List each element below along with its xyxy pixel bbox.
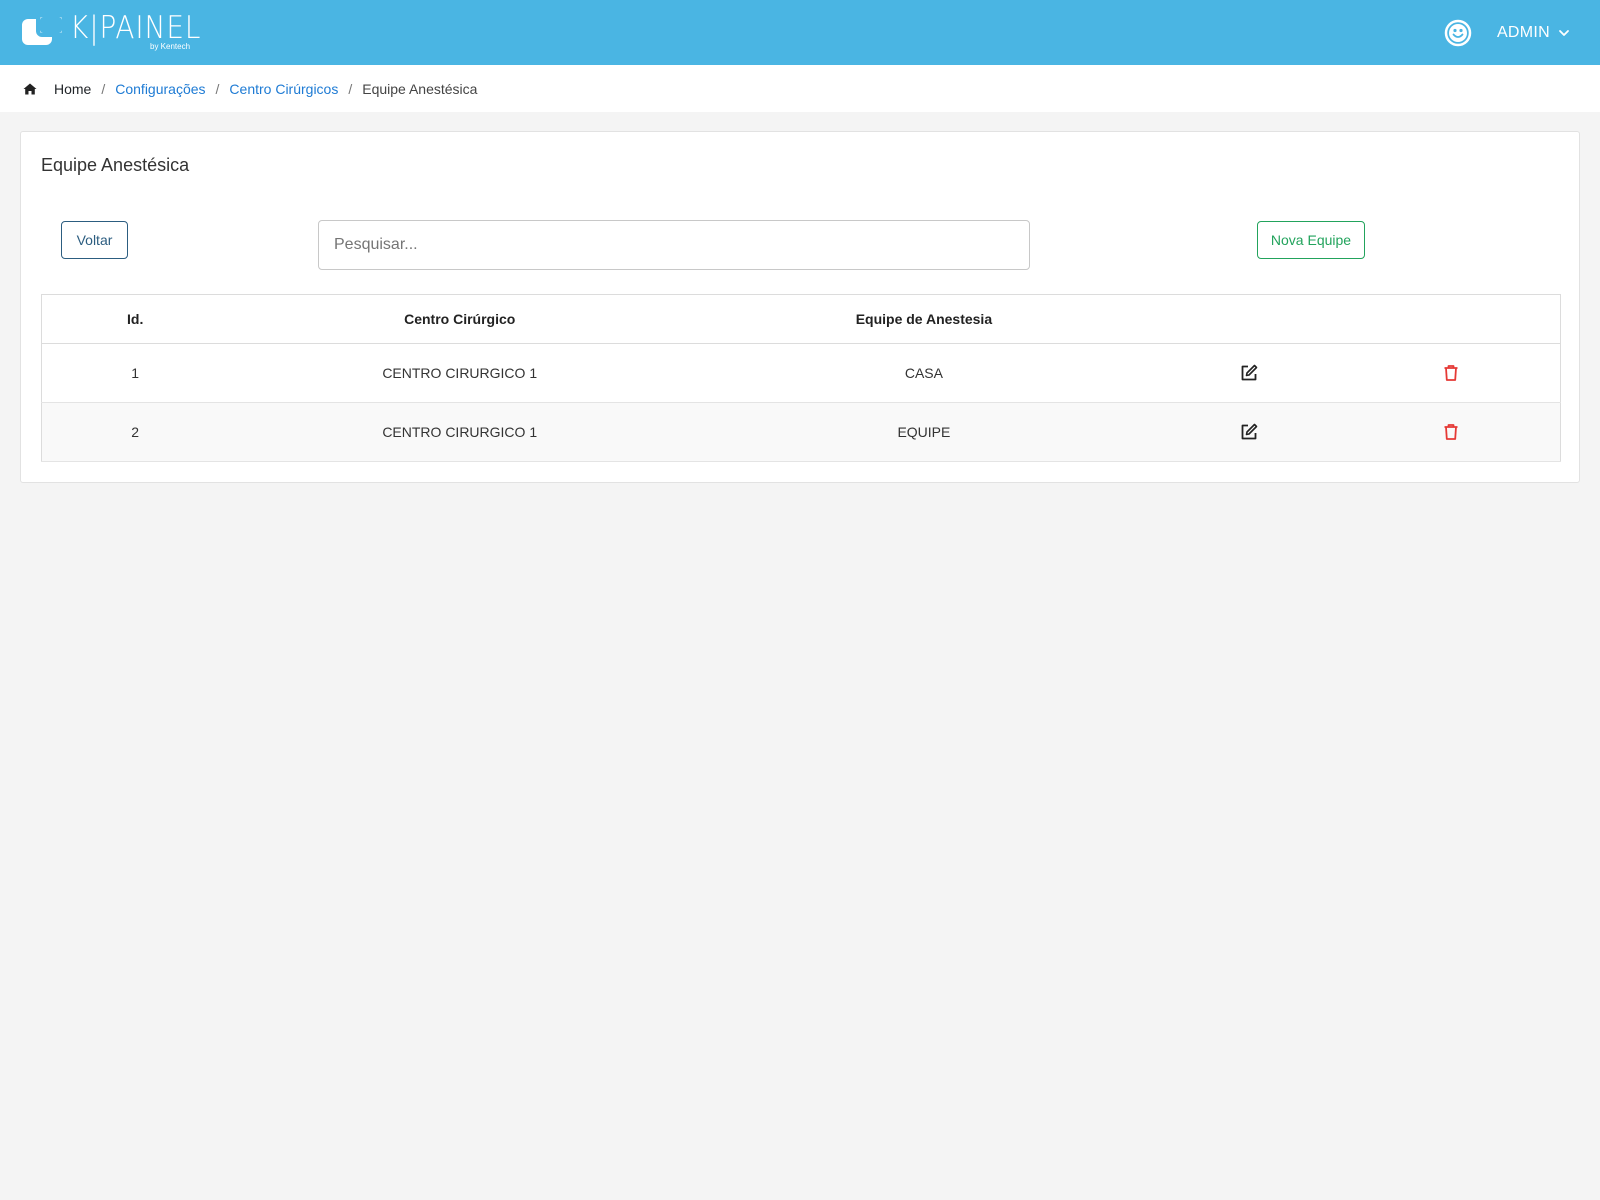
trash-icon[interactable] [1441,422,1461,442]
cell-edit [1157,403,1342,462]
breadcrumb-separator: / [101,80,106,97]
smile-icon[interactable] [1443,18,1473,48]
top-navbar: K|PAINEL by Kentech ADMIN [0,0,1600,65]
trash-icon[interactable] [1441,363,1461,383]
user-menu[interactable]: ADMIN [1443,0,1570,65]
edit-icon[interactable] [1239,363,1259,383]
column-header-centro: Centro Cirúrgico [228,294,692,344]
new-team-button[interactable]: Nova Equipe [1257,221,1365,259]
back-button[interactable]: Voltar [61,221,128,259]
column-header-edit [1156,294,1342,344]
cell-id: 2 [131,424,140,440]
column-header-id: Id. [41,294,229,344]
chevron-down-icon[interactable] [1558,27,1570,39]
cell-id: 1 [131,365,140,381]
user-name[interactable]: ADMIN [1497,24,1550,42]
breadcrumb-centro-cirurgicos[interactable]: Centro Cirúrgicos [229,81,338,97]
breadcrumb-configuracoes[interactable]: Configurações [115,81,205,97]
home-icon[interactable] [23,83,37,95]
table-row: 2 CENTRO CIRURGICO 1 EQUIPE [41,402,1561,462]
cell-delete [1342,344,1561,403]
edit-icon[interactable] [1239,422,1259,442]
logo-mark-icon [22,13,66,47]
column-header-equipe: Equipe de Anestesia [691,294,1157,344]
cell-equipe: CASA [904,365,943,381]
table-row: 1 CENTRO CIRURGICO 1 CASA [41,344,1561,403]
breadcrumb: Home / Configurações / Centro Cirúrgicos… [0,65,1600,112]
logo-text: K|PAINEL [70,10,202,46]
cell-centro: CENTRO CIRURGICO 1 [382,424,538,440]
teams-table: Id. Centro Cirúrgico Equipe de Anestesia… [41,294,1561,462]
breadcrumb-current: Equipe Anestésica [362,80,478,97]
page-title: Equipe Anestésica [41,155,190,175]
main-card: Equipe Anestésica Voltar Nova Equipe Id.… [20,131,1580,483]
table-header-row: Id. Centro Cirúrgico Equipe de Anestesia [41,294,1561,344]
cell-equipe: EQUIPE [897,424,951,440]
cell-centro: CENTRO CIRURGICO 1 [382,365,538,381]
breadcrumb-separator: / [348,80,353,97]
app-logo[interactable]: K|PAINEL by Kentech [22,10,216,51]
cell-delete [1342,403,1561,462]
column-header-delete [1341,294,1561,344]
breadcrumb-home[interactable]: Home [54,81,91,97]
logo-subtitle: by Kentech [150,42,191,51]
breadcrumb-separator: / [215,80,220,97]
search-input[interactable] [318,220,1030,270]
cell-edit [1157,344,1342,403]
